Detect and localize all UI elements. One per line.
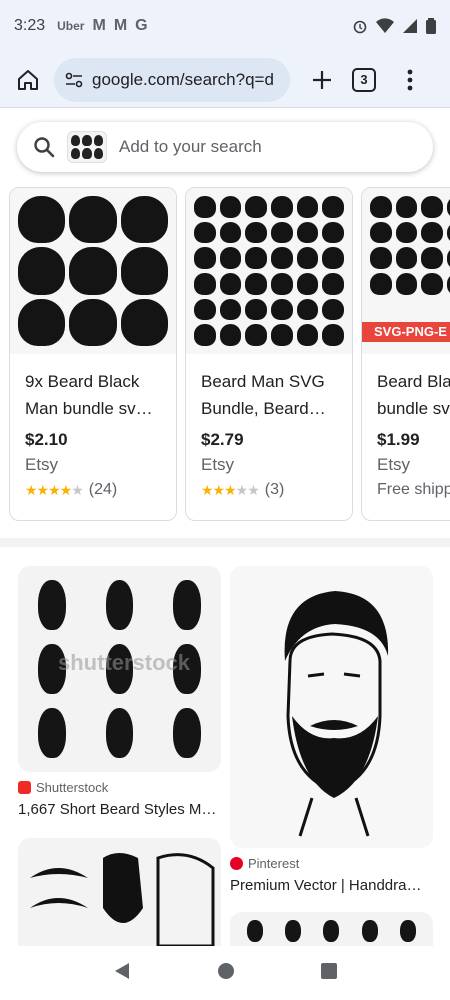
recents-button[interactable] — [321, 962, 337, 984]
result-image: shutterstock — [18, 566, 221, 772]
shutterstock-favicon-icon — [18, 781, 31, 794]
signal-icon — [403, 19, 417, 33]
gmail-notification-icon-2: M — [113, 17, 128, 34]
product-banner: SVG-PNG-E — [362, 322, 450, 342]
home-button[interactable] — [10, 62, 46, 98]
system-nav-bar — [0, 946, 450, 1000]
result-source: Shutterstock — [18, 780, 221, 795]
product-title: 9x Beard Black Man bundle sv… — [25, 372, 153, 418]
tab-switcher-button[interactable]: 3 — [352, 67, 376, 92]
recents-square-icon — [321, 962, 337, 979]
result-source: Pinterest — [230, 856, 433, 871]
back-triangle-icon — [115, 962, 129, 979]
product-price: $2.10 — [25, 430, 68, 449]
product-shipping: Free shipping — [377, 481, 450, 498]
product-card[interactable]: Beard Man SVG Bundle, Beard… $2.79 Etsy … — [185, 187, 353, 521]
back-button[interactable] — [113, 962, 131, 985]
review-count: (3) — [264, 481, 285, 498]
gmail-notification-icon: M — [92, 17, 106, 34]
result-image — [18, 838, 221, 946]
home-circle-icon — [218, 962, 234, 979]
pinterest-favicon-icon — [230, 857, 243, 870]
star-rating-icon: ★★★★★ — [201, 481, 260, 498]
search-image-thumbnail[interactable] — [67, 131, 107, 163]
product-card[interactable]: 9x Beard Black Man bundle sv… $2.10 Etsy… — [9, 187, 177, 521]
uber-notification-icon: Uber — [57, 19, 85, 33]
star-rating-icon: ★★★★★ — [25, 481, 84, 498]
alarm-icon — [353, 20, 367, 34]
add-to-search-box[interactable]: Add to your search — [17, 122, 433, 172]
wifi-icon — [376, 18, 394, 33]
result-image — [230, 912, 433, 946]
product-image — [186, 188, 352, 354]
image-result[interactable]: Pinterest Premium Vector | Handdra… — [230, 566, 433, 894]
system-icons — [352, 18, 436, 34]
source-name: Pinterest — [248, 856, 300, 871]
new-tab-button[interactable] — [304, 62, 340, 98]
product-price: $1.99 — [377, 430, 420, 449]
battery-icon — [426, 18, 436, 34]
product-card[interactable]: SVG-PNG-E Beard Black Man bundle sv $1.9… — [361, 187, 450, 521]
image-result[interactable]: shutterstock Shutterstock 1,667 Short Be… — [18, 566, 221, 818]
result-image — [230, 566, 433, 848]
site-settings-icon[interactable] — [64, 70, 84, 90]
status-time: 3:23 — [14, 17, 46, 34]
browser-toolbar: google.com/search?q=d 3 — [0, 52, 450, 108]
google-notification-icon: G — [135, 17, 148, 34]
source-name: Shutterstock — [36, 780, 109, 795]
product-rating: ★★★★★ (3) — [201, 481, 338, 499]
product-carousel[interactable]: 9x Beard Black Man bundle sv… $2.10 Etsy… — [9, 187, 450, 522]
product-store: Etsy — [377, 455, 411, 474]
result-caption: 1,667 Short Beard Styles M… — [18, 801, 217, 818]
more-vert-icon — [407, 69, 413, 90]
url-text: google.com/search?q=d — [92, 69, 274, 89]
product-store: Etsy — [201, 455, 235, 474]
product-image — [10, 188, 176, 354]
overflow-menu-button[interactable] — [400, 62, 420, 98]
product-price: $2.79 — [201, 430, 244, 449]
home-nav-button[interactable] — [217, 962, 235, 985]
plus-icon — [313, 70, 331, 89]
image-result[interactable] — [18, 838, 221, 946]
product-title: Beard Man SVG Bundle, Beard… — [201, 372, 326, 418]
watermark: shutterstock — [58, 650, 191, 675]
product-title: Beard Black Man bundle sv — [377, 372, 450, 418]
image-result[interactable] — [230, 912, 433, 946]
home-icon — [18, 69, 38, 90]
notification-icons: Uber M M G — [57, 17, 147, 35]
bearded-man-illustration — [284, 591, 389, 837]
product-rating: ★★★★★ (24) — [25, 481, 162, 499]
section-divider — [0, 538, 450, 547]
product-store: Etsy — [25, 455, 59, 474]
status-bar: 3:23 Uber M M G — [0, 0, 450, 52]
result-caption: Premium Vector | Handdra… — [230, 877, 422, 894]
review-count: (24) — [88, 481, 118, 498]
url-bar[interactable]: google.com/search?q=d — [54, 57, 290, 102]
search-placeholder: Add to your search — [119, 137, 262, 156]
search-icon — [33, 136, 55, 158]
